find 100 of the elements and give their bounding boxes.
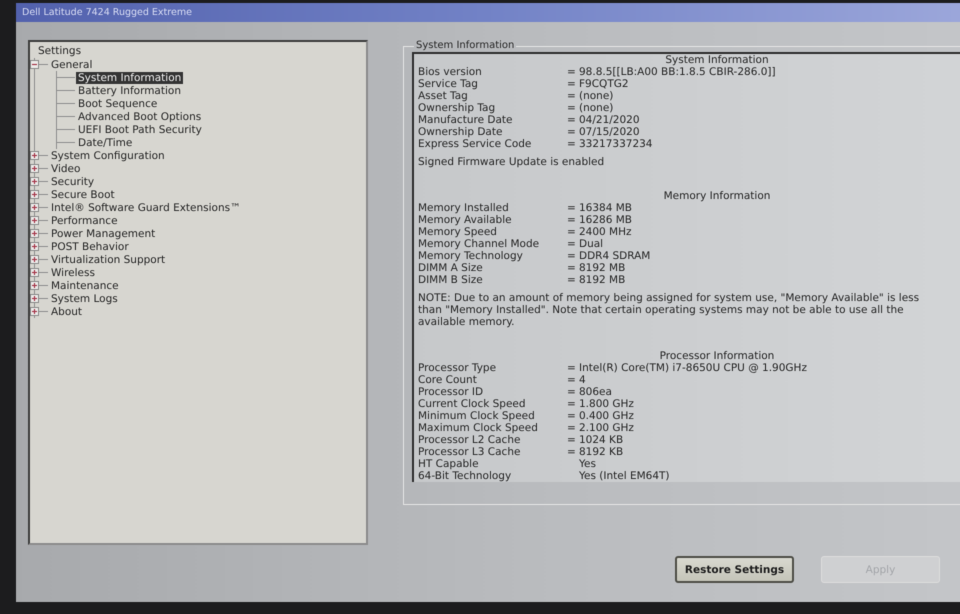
equals-sign: =	[567, 78, 576, 90]
tree-item[interactable]: About	[49, 306, 84, 318]
plus-icon[interactable]	[30, 255, 39, 264]
equals-sign: =	[567, 66, 576, 78]
info-value: 2.100 GHz	[579, 422, 634, 434]
info-value: Dual	[579, 238, 604, 250]
tree-item[interactable]: Secure Boot	[49, 188, 117, 200]
tree-item[interactable]: Performance	[49, 214, 120, 226]
info-value: F9CQTG2	[579, 78, 629, 90]
plus-icon[interactable]	[30, 190, 39, 199]
info-value: Yes (Intel EM64T)	[579, 470, 670, 482]
minus-icon[interactable]	[30, 60, 39, 69]
equals-sign: =	[567, 422, 576, 434]
info-value: 33217337234	[579, 138, 652, 150]
plus-icon[interactable]	[30, 281, 39, 290]
tree-item[interactable]: Intel® Software Guard Extensions™	[49, 202, 243, 214]
section-heading: Memory Information	[662, 190, 770, 202]
tree-item[interactable]: Virtualization Support	[49, 254, 168, 266]
info-value: 16384 MB	[579, 202, 632, 214]
plus-icon[interactable]	[30, 177, 39, 186]
tree-item[interactable]: Video	[49, 162, 82, 174]
dialog-button[interactable]: Restore Settings	[675, 556, 794, 583]
plus-icon[interactable]	[30, 307, 39, 316]
info-label: Memory Available	[418, 214, 512, 226]
info-value: (none)	[579, 90, 614, 102]
equals-sign: =	[567, 102, 576, 114]
info-label: Processor Type	[418, 362, 496, 374]
info-value: 8192 MB	[579, 262, 626, 274]
info-label: Minimum Clock Speed	[418, 410, 535, 422]
equals-sign: =	[567, 226, 576, 238]
equals-sign: =	[567, 446, 576, 458]
info-label: Current Clock Speed	[418, 398, 526, 410]
info-value: 04/21/2020	[579, 114, 640, 126]
plus-icon[interactable]	[30, 229, 39, 238]
info-label: Processor ID	[418, 386, 484, 398]
tree-item[interactable]: System Information	[76, 72, 184, 84]
equals-sign: =	[567, 410, 576, 422]
info-value: 1.800 GHz	[579, 398, 634, 410]
plus-icon[interactable]	[30, 242, 39, 251]
equals-sign: =	[567, 90, 576, 102]
tree-root-label: Settings	[38, 45, 82, 58]
section-heading: System Information	[664, 54, 769, 66]
info-value: (none)	[579, 102, 614, 114]
info-label: DIMM B Size	[418, 274, 483, 286]
tree-item[interactable]: Maintenance	[49, 280, 121, 292]
equals-sign: =	[567, 214, 576, 226]
info-label: DIMM A Size	[418, 262, 483, 274]
group-title: System Information	[415, 40, 516, 52]
plus-icon[interactable]	[30, 151, 39, 160]
equals-sign: =	[567, 138, 576, 150]
info-label: Bios version	[418, 66, 482, 78]
info-value: 07/15/2020	[579, 126, 640, 138]
tree-item[interactable]: System Configuration	[49, 150, 167, 162]
tree-item[interactable]: General	[49, 58, 94, 70]
info-value: Intel(R) Core(TM) i7-8650U CPU @ 1.90GHz	[579, 362, 807, 374]
equals-sign: =	[567, 202, 576, 214]
info-label: Ownership Date	[418, 126, 502, 138]
plus-icon[interactable]	[30, 268, 39, 277]
plus-icon[interactable]	[30, 203, 39, 212]
info-label: Processor L3 Cache	[418, 446, 520, 458]
section-heading: Processor Information	[658, 350, 774, 362]
tree-item[interactable]: POST Behavior	[49, 240, 131, 252]
info-value: 98.8.5[[LB:A00 BB:1.8.5 CBIR-286.0]]	[579, 66, 776, 78]
info-value: 2400 MHz	[579, 226, 632, 238]
tree-item[interactable]: UEFI Boot Path Security	[76, 124, 204, 136]
info-label: Express Service Code	[418, 138, 532, 150]
info-label: Core Count	[418, 374, 477, 386]
equals-sign: =	[567, 274, 576, 286]
info-note: NOTE: Due to an amount of memory being assigned for system use, "Memory Available" is less than "Memory Installed". Note that certain operating systems may not be able to use all the available memory.	[418, 292, 920, 328]
tree-item[interactable]: Power Management	[49, 228, 158, 240]
info-label: Memory Speed	[418, 226, 497, 238]
info-value: 4	[579, 374, 586, 386]
info-value: DDR4 SDRAM	[579, 250, 650, 262]
equals-sign: =	[567, 114, 576, 126]
tree-item[interactable]: Boot Sequence	[76, 98, 160, 110]
tree-item[interactable]: Battery Information	[76, 84, 183, 96]
equals-sign: =	[567, 386, 576, 398]
info-value: 806ea	[579, 386, 612, 398]
plus-icon[interactable]	[30, 294, 39, 303]
tree-item[interactable]: System Logs	[49, 292, 120, 304]
info-label: HT Capable	[418, 458, 479, 470]
info-note: Signed Firmware Update is enabled	[418, 156, 606, 168]
equals-sign: =	[567, 126, 576, 138]
info-value: 8192 KB	[579, 446, 624, 458]
info-label: Ownership Tag	[418, 102, 496, 114]
plus-icon[interactable]	[30, 216, 39, 225]
info-label: Maximum Clock Speed	[418, 422, 538, 434]
equals-sign: =	[567, 434, 576, 446]
tree-item[interactable]: Advanced Boot Options	[76, 110, 204, 122]
plus-icon[interactable]	[30, 164, 39, 173]
equals-sign: =	[567, 238, 576, 250]
info-label: Manufacture Date	[418, 114, 512, 126]
info-value: Yes	[579, 458, 596, 470]
info-label: Memory Installed	[418, 202, 509, 214]
info-label: Service Tag	[418, 78, 478, 90]
tree-item[interactable]: Date/Time	[76, 136, 134, 148]
tree-item[interactable]: Wireless	[49, 266, 97, 278]
info-value: 0.400 GHz	[579, 410, 634, 422]
info-label: 64-Bit Technology	[418, 470, 512, 482]
tree-item[interactable]: Security	[49, 176, 96, 188]
